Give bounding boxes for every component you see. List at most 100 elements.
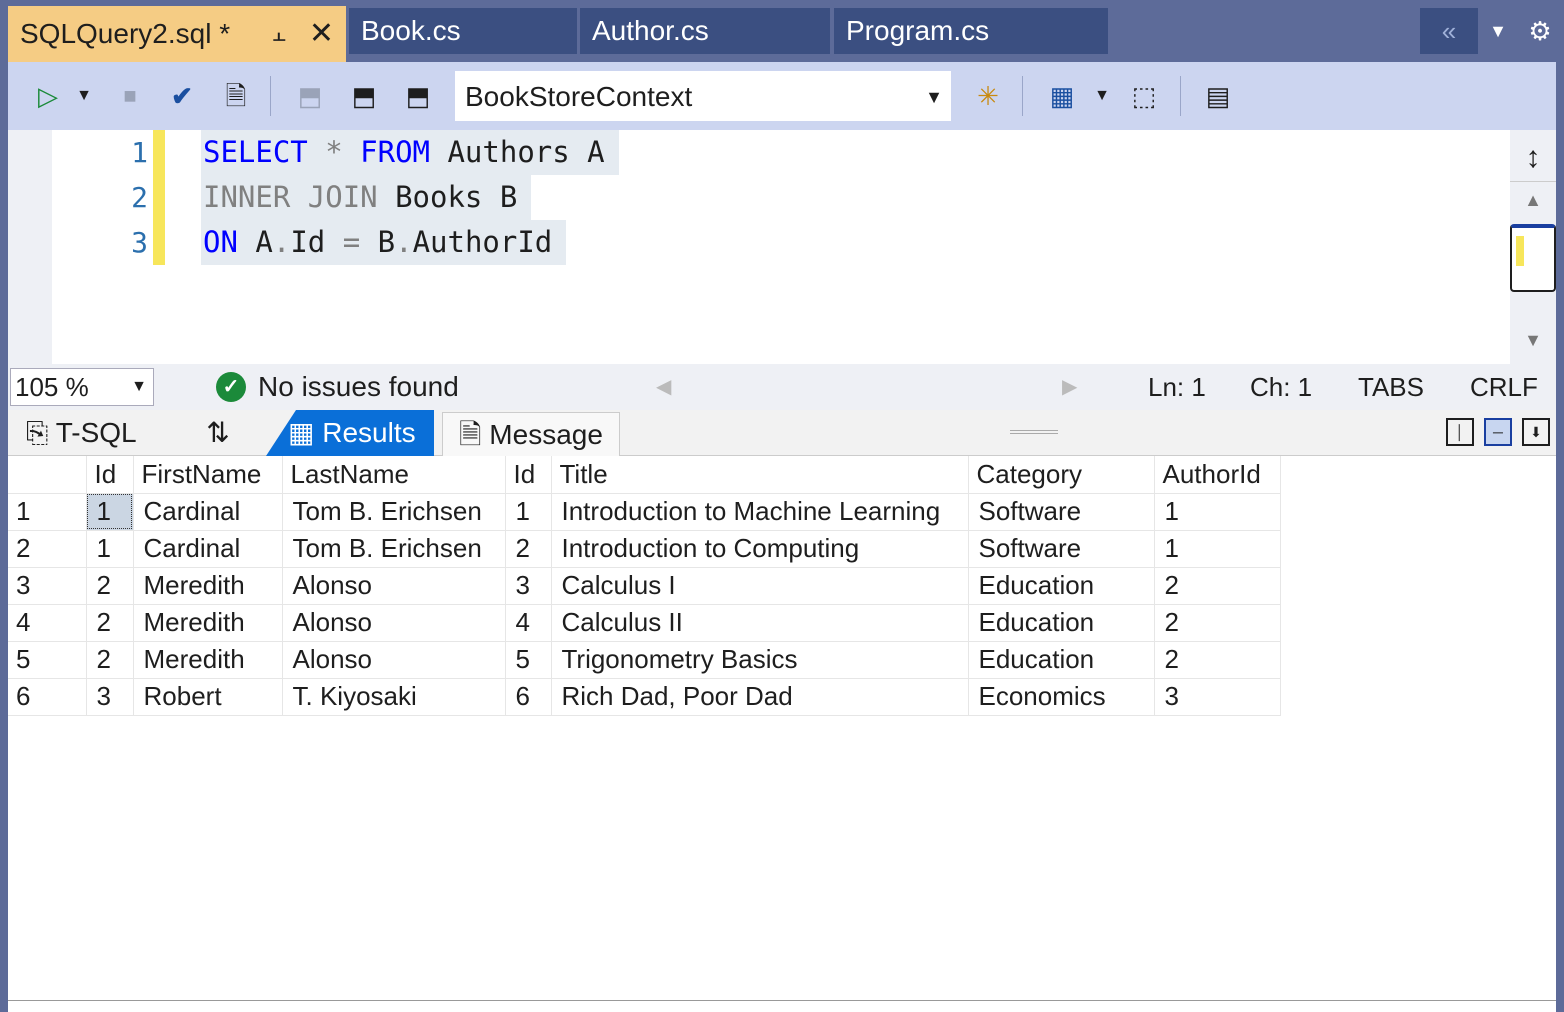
table-cell[interactable]: Tom B. Erichsen (282, 530, 506, 568)
scroll-right-icon[interactable]: ▶ (1062, 364, 1077, 410)
row-number-cell[interactable]: 3 (8, 567, 87, 605)
tab-results[interactable]: ▦ Results (266, 410, 434, 456)
table-cell[interactable]: Robert (133, 678, 283, 716)
column-header-id[interactable]: Id (86, 456, 134, 494)
sql-editor[interactable]: 1 SELECT * FROM Authors A 2 INNER JOIN B… (8, 130, 1556, 364)
table-cell[interactable]: 2 (86, 567, 134, 605)
table-cell[interactable]: Meredith (133, 641, 283, 679)
row-number-cell[interactable]: 6 (8, 678, 87, 716)
split-vertical-icon[interactable]: │ (1446, 418, 1474, 446)
sort-icon[interactable]: ⇅ (198, 410, 238, 456)
table-cell[interactable]: Introduction to Computing (551, 530, 969, 568)
scroll-down-icon[interactable]: ▼ (1510, 330, 1556, 351)
resize-grip[interactable] (1010, 430, 1058, 434)
results-grid[interactable]: Id FirstName LastName Id Title Category … (8, 456, 1556, 1000)
split-horizontal-icon[interactable]: ─ (1484, 418, 1512, 446)
column-header-id[interactable]: Id (505, 456, 552, 494)
table-cell[interactable]: Economics (968, 678, 1155, 716)
table-cell[interactable]: Software (968, 493, 1155, 531)
vertical-scrollbar[interactable]: ↕ ▲ ▼ (1510, 130, 1556, 364)
new-query-icon[interactable]: ✳ (968, 76, 1008, 116)
column-header-firstname[interactable]: FirstName (133, 456, 283, 494)
table-cell[interactable]: Meredith (133, 604, 283, 642)
table-cell[interactable]: Tom B. Erichsen (282, 493, 506, 531)
table-cell[interactable]: Calculus II (551, 604, 969, 642)
execute-icon[interactable]: ▷ (28, 76, 68, 116)
table-cell[interactable]: 5 (505, 641, 552, 679)
row-number-cell[interactable]: 1 (8, 493, 87, 531)
table-cell[interactable]: Education (968, 567, 1155, 605)
tab-sqlquery2[interactable]: SQLQuery2.sql * ⫠ ✕ (8, 6, 346, 62)
row-number-cell[interactable]: 2 (8, 530, 87, 568)
table-cell[interactable]: 1 (86, 530, 134, 568)
column-header-lastname[interactable]: LastName (282, 456, 506, 494)
table-cell[interactable]: 3 (505, 567, 552, 605)
script-icon[interactable]: ▤ (1198, 76, 1238, 116)
execute-dropdown-icon[interactable]: ▼ (70, 76, 98, 116)
table-cell[interactable]: Software (968, 530, 1155, 568)
table-cell[interactable]: 3 (86, 678, 134, 716)
tabs-indicator[interactable]: TABS (1358, 364, 1424, 410)
column-header-rownum[interactable] (8, 456, 87, 494)
table-cell[interactable]: 2 (1154, 604, 1281, 642)
table-cell[interactable]: Rich Dad, Poor Dad (551, 678, 969, 716)
table-cell[interactable]: 2 (86, 604, 134, 642)
horizontal-scrollbar[interactable] (8, 1000, 1556, 1012)
table-cell[interactable]: Meredith (133, 567, 283, 605)
pin-icon[interactable]: ⫠ (273, 6, 286, 62)
disconnect-icon[interactable]: ⬒ (344, 76, 384, 116)
table-cell[interactable]: Trigonometry Basics (551, 641, 969, 679)
tab-message[interactable]: 🗎 Message (442, 412, 620, 456)
zoom-select[interactable]: 105 % ▼ (10, 368, 154, 406)
code-text[interactable]: ON A.Id = B.AuthorId (201, 220, 567, 265)
tab-book-cs[interactable]: Book.cs (349, 8, 577, 54)
stop-icon[interactable]: ■ (110, 76, 150, 116)
row-number-cell[interactable]: 4 (8, 604, 87, 642)
table-cell[interactable]: Alonso (282, 641, 506, 679)
tab-author-cs[interactable]: Author.cs (580, 8, 830, 54)
eol-indicator[interactable]: CRLF (1470, 364, 1538, 410)
table-cell[interactable]: Introduction to Machine Learning (551, 493, 969, 531)
close-icon[interactable]: ✕ (309, 6, 334, 62)
tab-tsql[interactable]: ⎘ T-SQL (16, 410, 176, 456)
scroll-left-icon[interactable]: ◀ (656, 364, 671, 410)
results-to-grid-icon[interactable]: ▦ (1042, 76, 1082, 116)
table-row[interactable]: 5 2 Meredith Alonso 5 Trigonometry Basics Educ… (8, 641, 1281, 679)
table-row[interactable]: 3 2 Meredith Alonso 3 Calculus I Education 2 (8, 567, 1281, 605)
table-cell[interactable]: Cardinal (133, 530, 283, 568)
table-cell[interactable]: 1 (1154, 530, 1281, 568)
table-cell[interactable]: 4 (505, 604, 552, 642)
table-row[interactable]: 2 1 Cardinal Tom B. Erichsen 2 Introduction t… (8, 530, 1281, 568)
table-cell[interactable]: T. Kiyosaki (282, 678, 506, 716)
table-cell[interactable]: Alonso (282, 604, 506, 642)
connection-dropdown[interactable]: BookStoreContext ▼ (454, 70, 952, 122)
table-cell[interactable]: 2 (86, 641, 134, 679)
gear-icon[interactable]: ⚙ (1520, 8, 1560, 54)
row-number-cell[interactable]: 5 (8, 641, 87, 679)
estimated-plan-icon[interactable]: 🗎 (216, 76, 256, 116)
table-cell[interactable]: 1 (86, 493, 134, 531)
table-cell[interactable]: 2 (505, 530, 552, 568)
code-text[interactable]: SELECT * FROM Authors A (201, 130, 619, 175)
issues-status[interactable]: No issues found (258, 364, 459, 410)
parse-check-icon[interactable]: ✔ (162, 76, 202, 116)
table-row[interactable]: 4 2 Meredith Alonso 4 Calculus II Education 2 (8, 604, 1281, 642)
table-cell[interactable]: 3 (1154, 678, 1281, 716)
table-cell[interactable]: 6 (505, 678, 552, 716)
chevron-down-icon[interactable]: ▼ (1484, 8, 1512, 54)
tab-program-cs[interactable]: Program.cs (834, 8, 1108, 54)
scroll-thumb[interactable] (1510, 224, 1556, 292)
table-cell[interactable]: Cardinal (133, 493, 283, 531)
table-cell[interactable]: 2 (1154, 567, 1281, 605)
double-chevron-left-icon[interactable]: « (1420, 8, 1478, 54)
table-cell[interactable]: 1 (1154, 493, 1281, 531)
table-cell[interactable]: 2 (1154, 641, 1281, 679)
table-cell[interactable]: Calculus I (551, 567, 969, 605)
column-header-title[interactable]: Title (551, 456, 969, 494)
table-row[interactable]: 1 1 Cardinal Tom B. Erichsen 1 Introduction t… (8, 493, 1281, 531)
connect-icon[interactable]: ⬒ (290, 76, 330, 116)
table-cell[interactable]: Alonso (282, 567, 506, 605)
column-header-category[interactable]: Category (968, 456, 1155, 494)
scroll-up-icon[interactable]: ▲ (1510, 190, 1556, 211)
split-editor-icon[interactable]: ↕ (1510, 134, 1556, 182)
